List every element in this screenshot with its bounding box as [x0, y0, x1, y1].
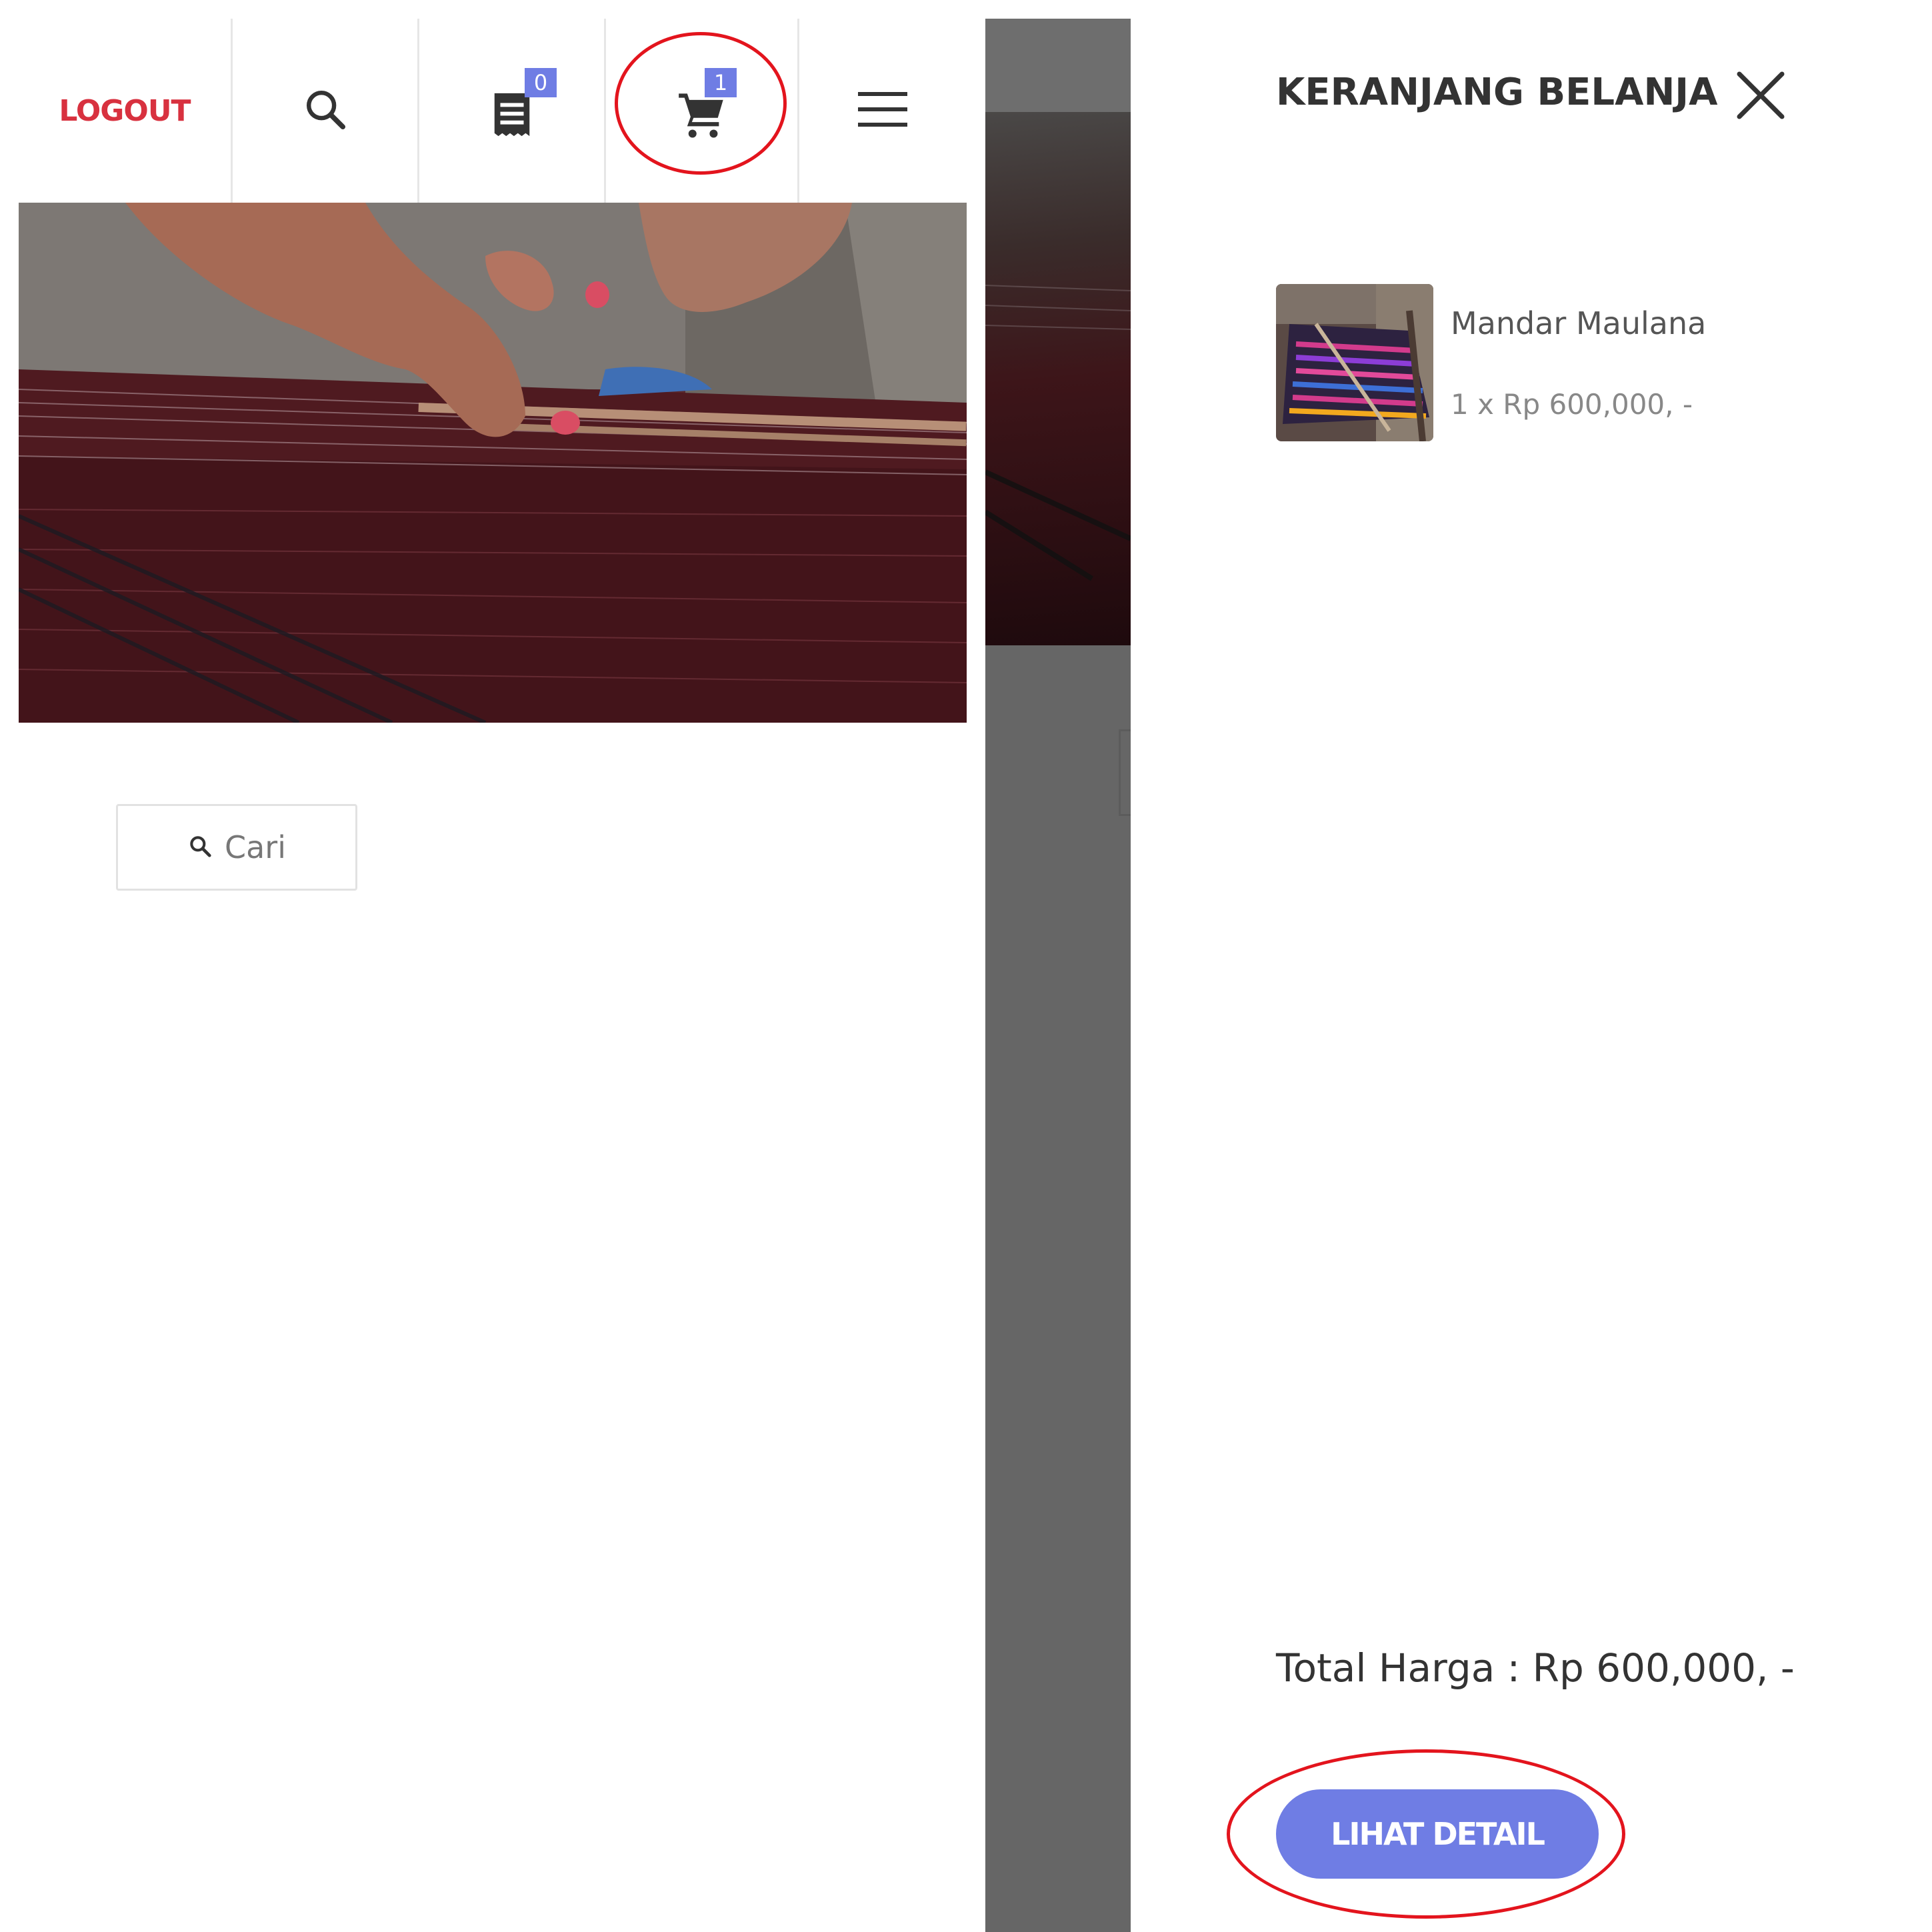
search-nav-button[interactable] — [233, 19, 417, 203]
cart-drawer-title: KERANJANG BELANJA — [1276, 71, 1718, 114]
cart-icon — [677, 89, 727, 143]
cart-count-badge: 1 — [705, 68, 737, 97]
cart-item-quantity-price: 1 x Rp 600,000, - — [1451, 388, 1693, 421]
receipt-icon — [489, 89, 535, 143]
view-detail-button[interactable]: LIHAT DETAIL — [1276, 1789, 1599, 1879]
dimmed-logo-fragment — [1079, 19, 1131, 24]
shop-home-screen: LOGOUT 0 1 Cari — [0, 0, 973, 1932]
hamburger-menu-icon — [857, 91, 907, 131]
page-dim-overlay[interactable] — [985, 19, 1131, 1932]
cart-drawer-screen: KERANJANG BELANJA Mandar Maulana 1 x Rp … — [985, 19, 1932, 1932]
cart-item-name: Mandar Maulana — [1451, 305, 1707, 341]
orders-count-badge: 0 — [525, 68, 557, 97]
dimmed-hero-image — [985, 112, 1131, 645]
weaving-hero-image — [19, 203, 967, 723]
top-navigation-bar: LOGOUT 0 1 — [19, 19, 965, 203]
dimmed-header — [985, 19, 1131, 112]
cart-nav-button[interactable]: 1 — [606, 19, 797, 203]
dimmed-search-button-fragment — [1119, 729, 1131, 816]
orders-nav-button[interactable]: 0 — [419, 19, 604, 203]
shopping-cart-drawer: KERANJANG BELANJA Mandar Maulana 1 x Rp … — [1131, 19, 1932, 1932]
search-button-label: Cari — [225, 829, 286, 865]
close-icon — [1737, 71, 1785, 122]
search-button[interactable]: Cari — [116, 804, 357, 891]
view-detail-button-label: LIHAT DETAIL — [1331, 1816, 1545, 1852]
menu-nav-button[interactable] — [799, 19, 965, 203]
close-drawer-button[interactable] — [1731, 67, 1791, 127]
search-icon — [302, 86, 349, 135]
cart-item[interactable]: Mandar Maulana 1 x Rp 600,000, - — [1276, 284, 1876, 444]
cart-total-price: Total Harga : Rp 600,000, - — [1276, 1645, 1795, 1691]
search-icon — [187, 833, 213, 861]
logout-link[interactable]: LOGOUT — [19, 19, 231, 203]
logout-label: LOGOUT — [59, 93, 191, 128]
cart-item-thumbnail[interactable] — [1276, 284, 1433, 441]
